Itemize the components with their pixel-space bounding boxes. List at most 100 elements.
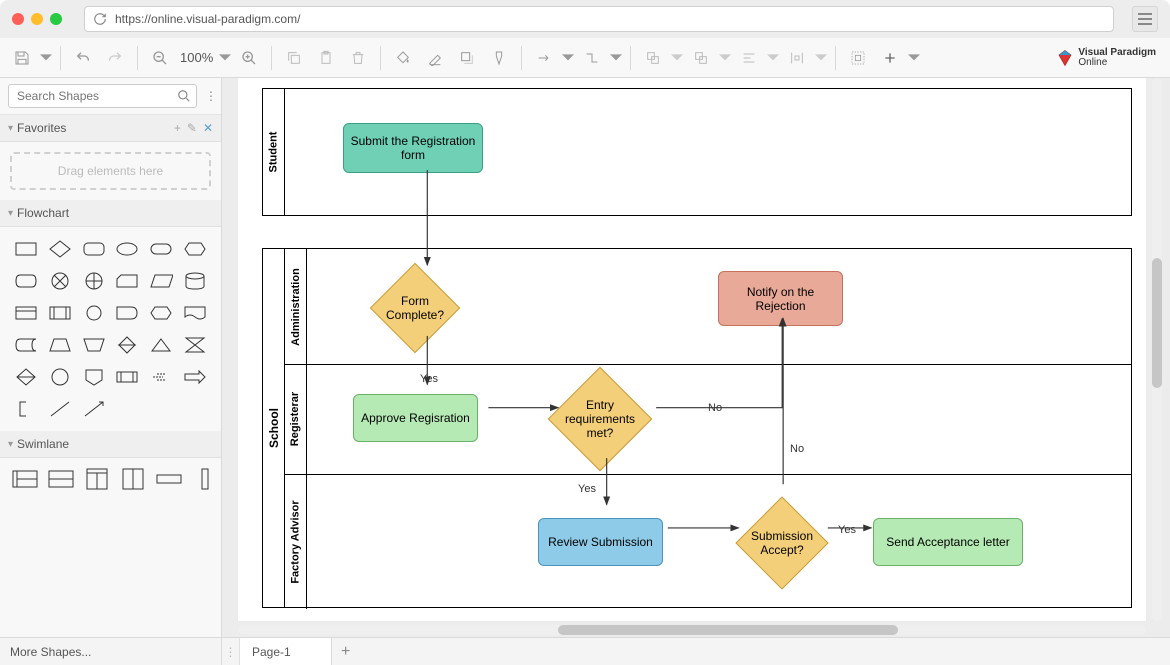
add-page-button[interactable]: + (332, 643, 360, 661)
shape-circle[interactable] (80, 301, 108, 325)
zoom-dropdown[interactable] (219, 44, 231, 72)
browser-menu-button[interactable] (1132, 6, 1158, 32)
zoom-out-button[interactable] (146, 44, 174, 72)
shape-tri[interactable] (147, 333, 175, 357)
fit-button[interactable] (844, 44, 872, 72)
shape-link[interactable] (147, 365, 175, 389)
favorites-panel-header[interactable]: ▾ Favorites + ✎ ✕ (0, 115, 221, 142)
horizontal-scrollbar[interactable] (238, 625, 1146, 635)
save-button[interactable] (8, 44, 36, 72)
shape-doc[interactable] (181, 301, 209, 325)
add-favorite-icon[interactable]: + (174, 121, 181, 135)
redo-button[interactable] (101, 44, 129, 72)
shape-ellipse[interactable] (114, 237, 142, 261)
shape-arrow-right[interactable] (181, 365, 209, 389)
shape-subproc[interactable] (46, 301, 74, 325)
close-favorites-icon[interactable]: ✕ (203, 121, 213, 135)
undo-button[interactable] (69, 44, 97, 72)
add-button[interactable] (876, 44, 904, 72)
node-notify-rejection[interactable]: Notify on the Rejection (718, 271, 843, 326)
add-dd[interactable] (908, 44, 920, 72)
shape-hpool[interactable] (12, 468, 38, 493)
search-menu-icon[interactable]: ⋮ (203, 89, 219, 103)
shadow-button[interactable] (453, 44, 481, 72)
favorites-dropzone[interactable]: Drag elements here (10, 152, 211, 190)
zoom-level[interactable]: 100% (178, 50, 215, 65)
node-review-submission[interactable]: Review Submission (538, 518, 663, 566)
order-dd2[interactable] (719, 44, 731, 72)
vertical-scrollbar[interactable] (1152, 78, 1162, 621)
paste-button[interactable] (312, 44, 340, 72)
swimlane-panel-header[interactable]: ▾ Swimlane (0, 431, 221, 458)
shape-delay[interactable] (114, 301, 142, 325)
shape-arrow-line[interactable] (80, 397, 108, 421)
shape-proc3[interactable] (114, 365, 142, 389)
shape-vsingle[interactable] (192, 468, 218, 493)
close-window-icon[interactable] (12, 13, 24, 25)
shape-connector[interactable] (46, 365, 74, 389)
vscroll-thumb[interactable] (1152, 258, 1162, 388)
search-shapes-input[interactable] (8, 84, 197, 108)
align-button[interactable] (735, 44, 763, 72)
shape-summing[interactable] (46, 269, 74, 293)
tab-drag-handle[interactable]: ⋮ (222, 638, 240, 665)
shape-offpage[interactable] (80, 365, 108, 389)
stroke-color-button[interactable] (421, 44, 449, 72)
more-shapes-button[interactable]: More Shapes... (0, 638, 222, 665)
edit-favorite-icon[interactable]: ✎ (187, 121, 197, 135)
to-front-button[interactable] (639, 44, 667, 72)
brand-logo[interactable]: Visual ParadigmOnline (1056, 48, 1162, 68)
address-bar[interactable]: https://online.visual-paradigm.com/ (84, 6, 1114, 32)
shape-vlane[interactable] (120, 468, 146, 493)
shape-line[interactable] (46, 397, 74, 421)
shape-merge[interactable] (12, 365, 40, 389)
shape-annotation[interactable] (12, 397, 40, 421)
shape-hsingle[interactable] (156, 468, 182, 493)
shape-stored[interactable] (12, 333, 40, 357)
hscroll-thumb[interactable] (558, 625, 898, 635)
align-dd[interactable] (767, 44, 779, 72)
shape-diamond[interactable] (46, 237, 74, 261)
order-dd[interactable] (671, 44, 683, 72)
shape-loop[interactable] (147, 301, 175, 325)
shape-database[interactable] (181, 269, 209, 293)
node-send-acceptance[interactable]: Send Acceptance letter (873, 518, 1023, 566)
connector-elbow-button[interactable] (578, 44, 606, 72)
connector-straight-button[interactable] (530, 44, 558, 72)
node-approve-registration[interactable]: Approve Regisration (353, 394, 478, 442)
to-back-button[interactable] (687, 44, 715, 72)
minimize-window-icon[interactable] (31, 13, 43, 25)
shape-rectangle[interactable] (12, 237, 40, 261)
save-dropdown[interactable] (40, 44, 52, 72)
search-icon[interactable] (177, 89, 191, 103)
fill-button[interactable] (389, 44, 417, 72)
shape-terminator[interactable] (147, 237, 175, 261)
distribute-button[interactable] (783, 44, 811, 72)
shape-trap[interactable] (46, 333, 74, 357)
node-submit-registration[interactable]: Submit the Registration form (343, 123, 483, 173)
shape-display[interactable] (12, 269, 40, 293)
flowchart-panel-header[interactable]: ▾ Flowchart (0, 200, 221, 227)
connector-dd[interactable] (562, 44, 574, 72)
tab-page-1[interactable]: Page-1 (240, 638, 332, 665)
delete-button[interactable] (344, 44, 372, 72)
copy-button[interactable] (280, 44, 308, 72)
shape-sort[interactable] (114, 333, 142, 357)
canvas-area[interactable]: Student School Administration Registerar… (222, 78, 1170, 637)
shape-card[interactable] (114, 269, 142, 293)
diagram-paper[interactable]: Student School Administration Registerar… (238, 78, 1146, 621)
shape-data[interactable] (147, 269, 175, 293)
format-painter-button[interactable] (485, 44, 513, 72)
shape-or[interactable] (80, 269, 108, 293)
shape-process2[interactable] (12, 301, 40, 325)
refresh-icon[interactable] (93, 12, 107, 26)
zoom-in-button[interactable] (235, 44, 263, 72)
shape-vpool[interactable] (84, 468, 110, 493)
shape-rounded-rect[interactable] (80, 237, 108, 261)
connector-elbow-dd[interactable] (610, 44, 622, 72)
distribute-dd[interactable] (815, 44, 827, 72)
maximize-window-icon[interactable] (50, 13, 62, 25)
shape-hlane[interactable] (48, 468, 74, 493)
shape-collate[interactable] (181, 333, 209, 357)
shape-hexagon[interactable] (181, 237, 209, 261)
